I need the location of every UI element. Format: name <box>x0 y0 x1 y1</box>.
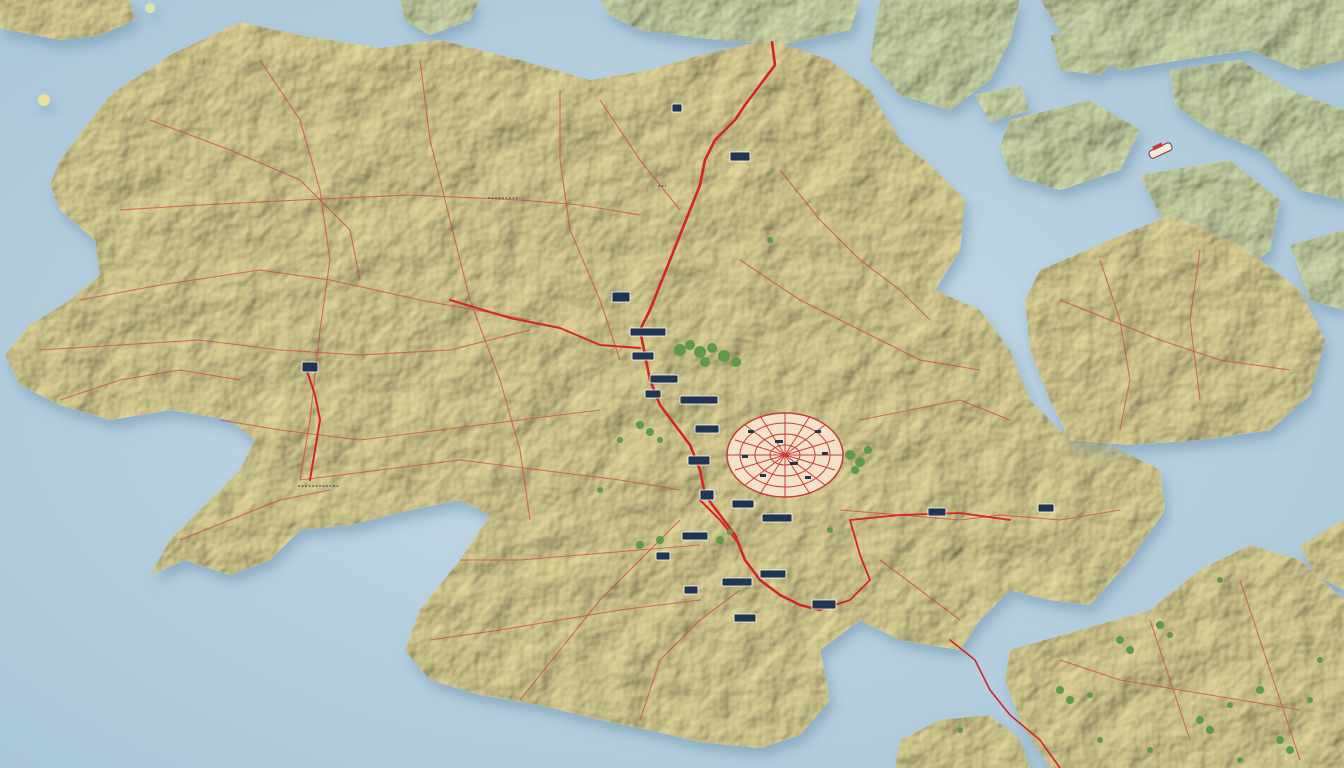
marker-center-c[interactable] <box>649 374 679 384</box>
marker-town-west[interactable] <box>301 361 319 373</box>
marker-town-northwest[interactable] <box>611 291 631 303</box>
marker-center-g[interactable] <box>687 455 711 466</box>
marker-center-b[interactable] <box>631 351 655 361</box>
marker-center-j[interactable] <box>761 513 793 523</box>
marker-south-a[interactable] <box>681 531 709 541</box>
marker-center-d[interactable] <box>644 389 662 399</box>
map-canvas <box>0 0 1344 768</box>
marker-center-i[interactable] <box>731 499 755 509</box>
relief-map <box>0 0 1344 768</box>
marker-south-g[interactable] <box>811 599 837 610</box>
marker-south-b[interactable] <box>655 551 671 561</box>
city-grid <box>726 412 844 498</box>
marker-south-d[interactable] <box>759 569 787 579</box>
marker-south-c[interactable] <box>721 577 753 587</box>
marker-south-f[interactable] <box>733 613 757 623</box>
marker-town-north[interactable] <box>729 151 751 162</box>
marker-center-h[interactable] <box>699 489 715 501</box>
marker-center-f[interactable] <box>694 424 720 434</box>
marker-pass[interactable] <box>671 103 683 113</box>
marker-southeast[interactable] <box>1037 503 1055 513</box>
marker-center-e[interactable] <box>679 395 719 405</box>
marker-east[interactable] <box>927 507 947 517</box>
marker-south-e[interactable] <box>683 585 699 595</box>
marker-center-a[interactable] <box>629 327 667 337</box>
